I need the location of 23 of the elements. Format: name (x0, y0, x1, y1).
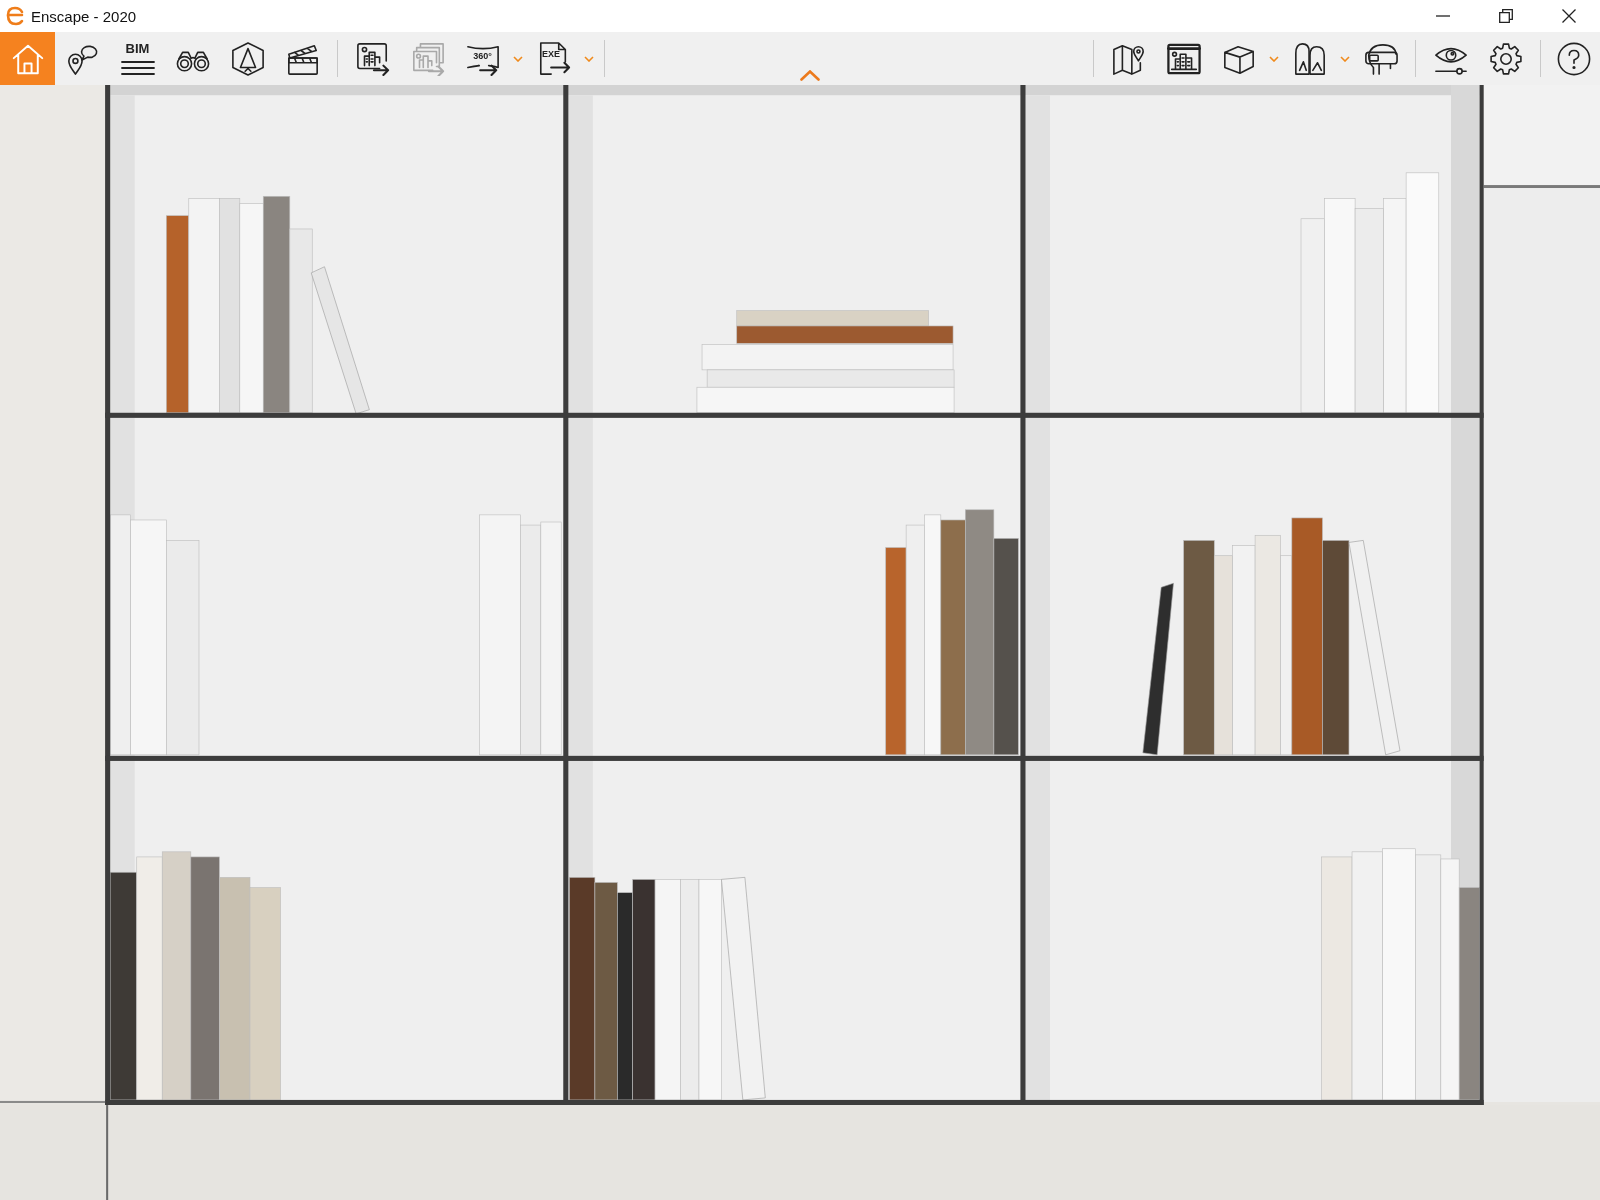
window-title: Enscape - 2020 (31, 7, 137, 25)
help-icon (1557, 41, 1591, 76)
hexagon-triangle-icon (230, 41, 265, 76)
lines-icon (120, 59, 155, 76)
logo-icon (5, 6, 25, 26)
arches-icon (1292, 41, 1327, 76)
exe-export-button[interactable]: EXE (526, 32, 581, 85)
panorama-export-button[interactable]: 360° (455, 32, 510, 85)
vr-headset-icon (1363, 41, 1398, 76)
picture-arrow-icon (355, 41, 390, 76)
minimize-icon (1435, 15, 1450, 17)
close-icon (1561, 9, 1576, 23)
chevron-up-icon (800, 70, 820, 81)
gear-icon (1488, 41, 1523, 76)
bim-button[interactable]: BIM (110, 32, 165, 85)
buildings-frame-icon (1166, 41, 1201, 76)
caret-icon (1340, 55, 1350, 62)
caret-icon (513, 55, 523, 62)
caret-icon (584, 55, 594, 62)
home-icon (11, 42, 44, 75)
stacked-pictures-arrow-icon (410, 41, 445, 76)
caret-icon (1269, 55, 1279, 62)
restore-icon (1498, 9, 1513, 23)
